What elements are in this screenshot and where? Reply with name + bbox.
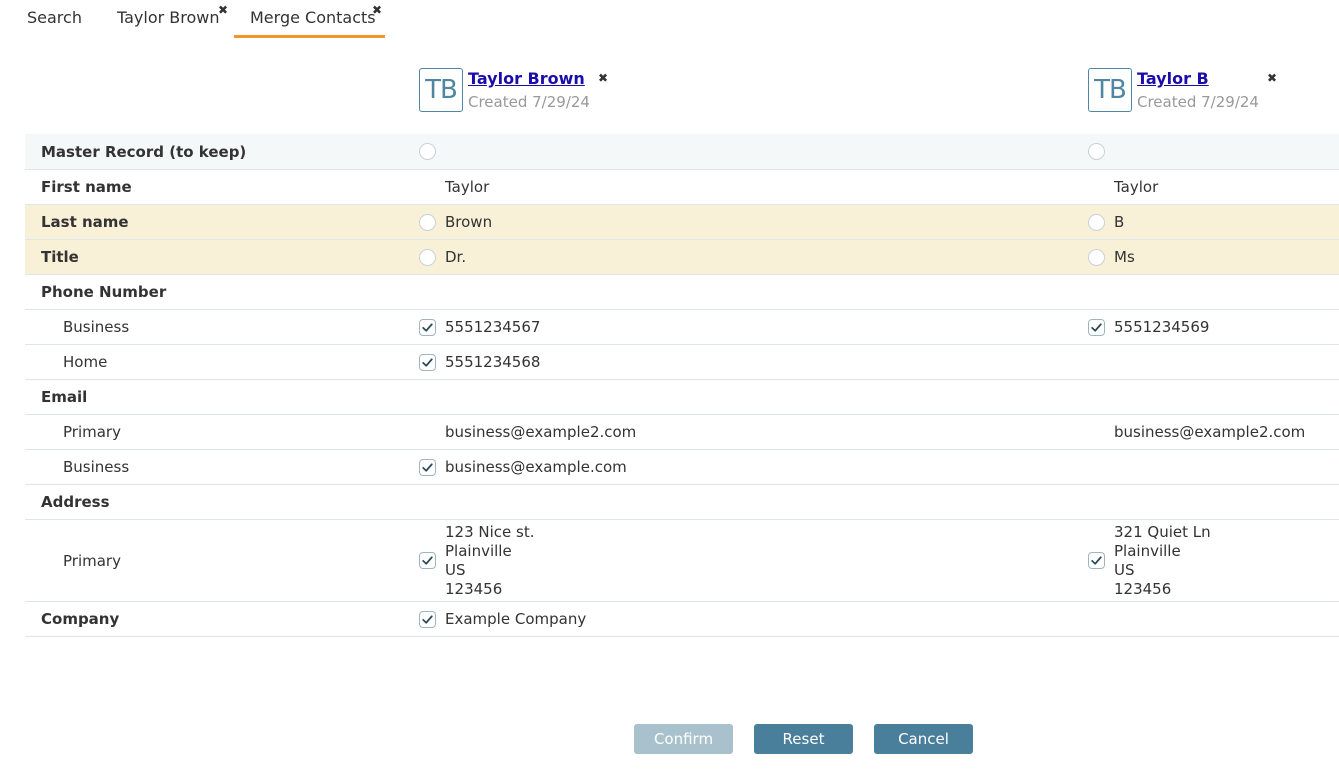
row-master-record: Master Record (to keep) xyxy=(25,134,1339,170)
section-label: Address xyxy=(41,493,110,511)
address-value-a: 123 Nice st. Plainville US 123456 xyxy=(445,523,535,599)
section-label: Phone Number xyxy=(41,283,167,301)
value-a: business@example.com xyxy=(445,457,627,476)
row-phone-business: Business 5551234567 5551234569 xyxy=(25,310,1339,345)
row-phone-home: Home 5551234568 xyxy=(25,345,1339,380)
row-last-name: Last name Brown B xyxy=(25,205,1339,240)
address-street: 321 Quiet Ln xyxy=(1114,522,1211,541)
checkbox-checked-icon[interactable] xyxy=(419,552,436,569)
value-b: B xyxy=(1114,212,1125,231)
avatar: TB xyxy=(419,68,463,112)
row-company: Company Example Company xyxy=(25,602,1339,637)
section-label: Email xyxy=(41,388,88,406)
reset-button[interactable]: Reset xyxy=(754,724,853,754)
merge-table: Master Record (to keep) First name Taylo… xyxy=(25,134,1339,637)
address-city: Plainville xyxy=(1114,541,1181,560)
row-title: Title Dr. Ms xyxy=(25,240,1339,275)
value-a: Example Company xyxy=(445,609,587,628)
close-icon[interactable]: ✖ xyxy=(598,71,608,85)
tab-merge-contacts-label: Merge Contacts xyxy=(250,8,376,27)
master-radio-b[interactable] xyxy=(1088,143,1105,160)
address-postal: 123456 xyxy=(1114,579,1172,598)
value-a: 5551234567 xyxy=(445,317,541,336)
title-radio-a[interactable] xyxy=(419,248,436,266)
contact-created-date: Created 7/29/24 xyxy=(468,93,590,111)
row-label: First name xyxy=(41,178,132,196)
tab-taylor-brown-label: Taylor Brown xyxy=(117,8,220,27)
tab-merge-contacts[interactable]: Merge Contacts ✖ xyxy=(234,0,385,38)
value-b: business@example2.com xyxy=(1114,422,1306,441)
cancel-button[interactable]: Cancel xyxy=(874,724,973,754)
address-street: 123 Nice st. xyxy=(445,522,535,541)
address-country: US xyxy=(445,560,466,579)
avatar: TB xyxy=(1088,68,1132,112)
value-a: Taylor xyxy=(445,177,490,196)
row-label: Last name xyxy=(41,213,129,231)
address-city: Plainville xyxy=(445,541,512,560)
contact-name-link[interactable]: Taylor Brown xyxy=(468,69,585,88)
row-label: Company xyxy=(41,610,120,628)
value-b: Ms xyxy=(1114,247,1135,266)
address-country: US xyxy=(1114,560,1135,579)
value-a: business@example2.com xyxy=(445,422,637,441)
tab-search[interactable]: Search xyxy=(27,0,82,38)
close-icon[interactable]: ✖ xyxy=(1267,71,1277,85)
row-email-section: Email xyxy=(25,380,1339,415)
row-email-business: Business business@example.com xyxy=(25,450,1339,485)
row-email-primary: Primary business@example2.com business@e… xyxy=(25,415,1339,450)
contact-name-link[interactable]: Taylor B xyxy=(1137,69,1209,88)
value-a: Brown xyxy=(445,212,493,231)
row-label: Primary xyxy=(63,551,121,570)
contact-created-date: Created 7/29/24 xyxy=(1137,93,1259,111)
value-b: Taylor xyxy=(1114,177,1159,196)
row-label: Primary xyxy=(63,423,121,441)
tab-taylor-brown[interactable]: Taylor Brown ✖ xyxy=(117,0,228,38)
row-label: Title xyxy=(41,248,79,266)
close-icon[interactable]: ✖ xyxy=(372,3,382,17)
checkbox-checked-icon[interactable] xyxy=(419,458,436,476)
contact-header-a: TB Taylor Brown ✖ Created 7/29/24 xyxy=(419,68,619,112)
address-postal: 123456 xyxy=(445,579,503,598)
address-value-b: 321 Quiet Ln Plainville US 123456 xyxy=(1114,523,1211,599)
confirm-button[interactable]: Confirm xyxy=(634,724,733,754)
tab-bar: Search Taylor Brown ✖ Merge Contacts ✖ xyxy=(0,0,1339,38)
row-label: Business xyxy=(63,318,130,336)
row-address-section: Address xyxy=(25,485,1339,520)
master-radio-a[interactable] xyxy=(419,143,436,160)
value-b: 5551234569 xyxy=(1114,317,1210,336)
checkbox-checked-icon[interactable] xyxy=(419,318,436,336)
title-radio-b[interactable] xyxy=(1088,248,1105,266)
last-name-radio-b[interactable] xyxy=(1088,213,1105,231)
checkbox-checked-icon[interactable] xyxy=(1088,318,1105,336)
contact-header-b: TB Taylor B ✖ Created 7/29/24 xyxy=(1088,68,1288,112)
value-a: 5551234568 xyxy=(445,352,541,371)
close-icon[interactable]: ✖ xyxy=(218,3,228,17)
row-first-name: First name Taylor Taylor xyxy=(25,170,1339,205)
row-phone-section: Phone Number xyxy=(25,275,1339,310)
checkbox-checked-icon[interactable] xyxy=(1088,552,1105,569)
row-label: Business xyxy=(63,458,130,476)
tab-search-label: Search xyxy=(27,8,82,27)
value-a: Dr. xyxy=(445,247,467,266)
row-label: Master Record (to keep) xyxy=(41,142,247,161)
row-address-primary: Primary 123 Nice st. Plainville US 12345… xyxy=(25,520,1339,602)
last-name-radio-a[interactable] xyxy=(419,213,436,231)
row-label: Home xyxy=(63,353,108,371)
checkbox-checked-icon[interactable] xyxy=(419,353,436,371)
checkbox-checked-icon[interactable] xyxy=(419,610,436,628)
